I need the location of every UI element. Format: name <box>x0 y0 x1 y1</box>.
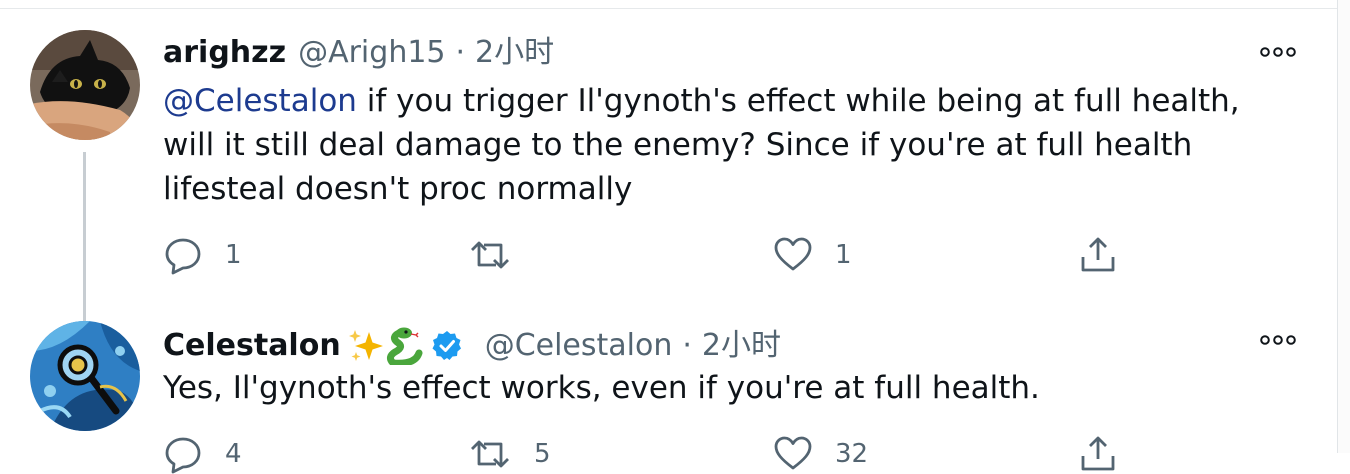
retweet-icon <box>471 440 509 468</box>
share-icon <box>1081 237 1115 272</box>
like-count: 32 <box>835 439 869 469</box>
more-dots-icon <box>1260 47 1296 57</box>
tweet-text: @Celestalon if you trigger Il'gynoth's e… <box>163 79 1293 211</box>
blue-art-avatar-icon <box>30 321 140 431</box>
black-cat-avatar-icon <box>30 30 140 140</box>
more-dots-icon <box>1260 335 1296 345</box>
like-button[interactable]: 1 <box>773 235 852 275</box>
like-button[interactable]: 32 <box>773 434 868 474</box>
display-name[interactable]: Celestalon <box>163 331 341 361</box>
like-count: 1 <box>835 240 852 270</box>
reply-count: 1 <box>225 240 242 270</box>
retweet-button[interactable]: 5 <box>468 434 551 474</box>
user-handle[interactable]: @Celestalon <box>485 331 673 361</box>
tweet[interactable]: arighzz @Arigh15 · 2小时 @Celestalon if yo… <box>0 20 1338 330</box>
separator-dot: · <box>682 328 692 363</box>
avatar[interactable] <box>30 321 140 431</box>
tweet-text: Yes, Il'gynoth's effect works, even if y… <box>163 370 1040 406</box>
share-button[interactable] <box>1078 434 1118 474</box>
user-handle[interactable]: @Arigh15 <box>298 38 445 68</box>
reply-icon <box>165 238 201 275</box>
share-button[interactable] <box>1078 235 1118 275</box>
heart-icon <box>774 237 812 271</box>
mention-link[interactable]: @Celestalon <box>163 83 357 119</box>
retweet-button[interactable] <box>468 235 534 275</box>
thread-line <box>83 152 86 330</box>
separator-dot: · <box>455 35 466 70</box>
top-divider <box>0 0 1338 9</box>
snake-icon <box>386 327 423 365</box>
timestamp[interactable]: 2小时 <box>475 38 554 68</box>
tweet-header: arighzz @Arigh15 · 2小时 <box>163 38 554 68</box>
verified-badge-icon <box>432 331 461 360</box>
tweet-header: Celestalon @Celestalon · 2小时 <box>163 327 781 365</box>
name-emojis <box>347 327 425 365</box>
sparkles-icon <box>348 330 383 361</box>
tweet[interactable]: Celestalon @Celestalon · 2小时 Yes, Il'gyn… <box>0 314 1338 474</box>
page-scrollbar[interactable] <box>1337 0 1350 453</box>
avatar[interactable] <box>30 30 140 140</box>
timestamp[interactable]: 2小时 <box>702 331 781 361</box>
retweet-count: 5 <box>534 439 551 469</box>
reply-button[interactable]: 1 <box>163 235 242 275</box>
retweet-icon <box>471 241 509 269</box>
display-name[interactable]: arighzz <box>163 38 286 68</box>
reply-button[interactable]: 4 <box>163 434 242 474</box>
verified-badge <box>431 330 463 362</box>
tweet-actions: 1 1 <box>163 235 1123 275</box>
more-options-button[interactable] <box>1258 42 1298 62</box>
tweet-actions: 4 5 32 <box>163 434 1123 474</box>
share-icon <box>1081 436 1115 471</box>
heart-icon <box>774 436 812 470</box>
reply-count: 4 <box>225 439 242 469</box>
more-options-button[interactable] <box>1258 330 1298 350</box>
reply-icon <box>165 437 201 474</box>
